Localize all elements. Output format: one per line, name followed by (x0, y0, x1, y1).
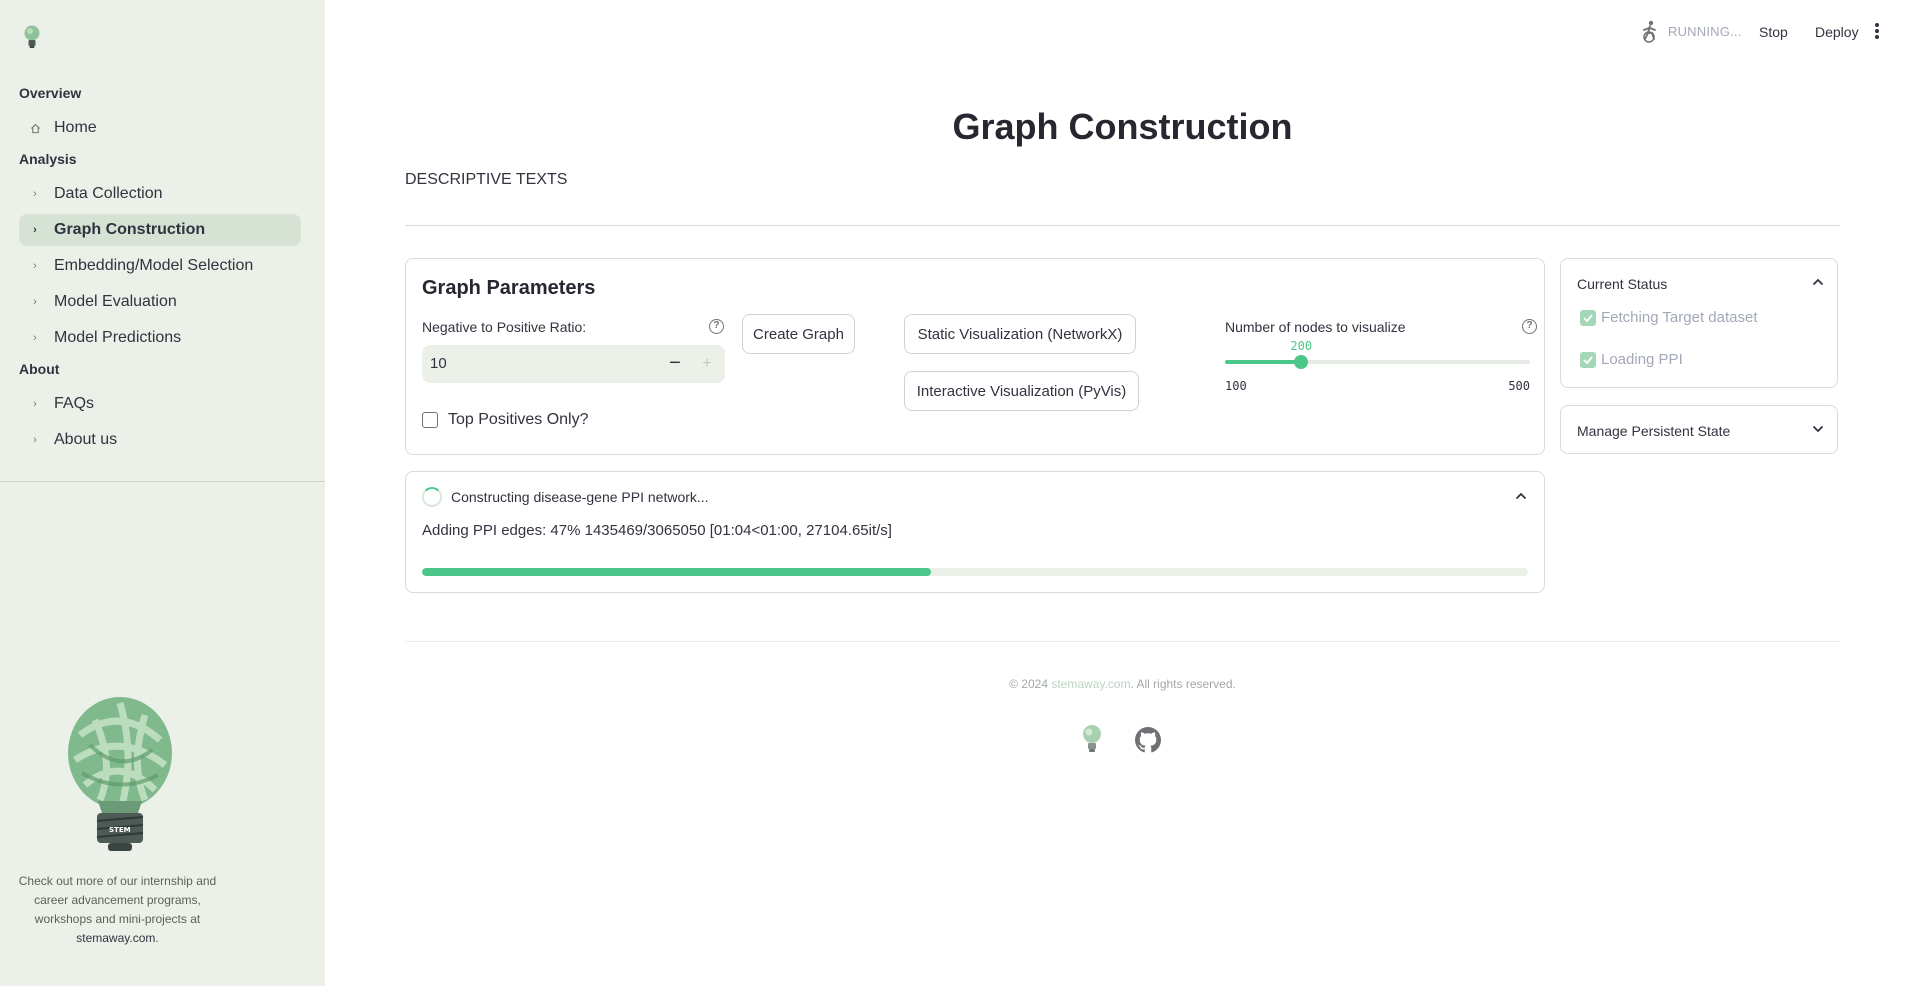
status-item-label: Loading PPI (1601, 351, 1683, 368)
create-graph-button[interactable]: Create Graph (742, 314, 855, 354)
graph-parameters-heading: Graph Parameters (422, 277, 596, 299)
slider-fill (1225, 360, 1302, 364)
slider-max-label: 500 (1508, 379, 1530, 393)
sidebar-item-about-us[interactable]: › About us (19, 424, 301, 456)
footer-divider (405, 641, 1840, 642)
divider (405, 225, 1840, 226)
sidebar-item-data-collection[interactable]: › Data Collection (19, 178, 301, 210)
main-menu-icon[interactable] (1874, 22, 1880, 42)
copyright-prefix: © 2024 (1009, 677, 1052, 691)
slider-value: 200 (1290, 339, 1313, 353)
static-visualization-button[interactable]: Static Visualization (NetworkX) (904, 314, 1136, 354)
decrement-button[interactable]: − (660, 349, 690, 379)
stop-button[interactable]: Stop (1759, 24, 1788, 40)
top-positives-label: Top Positives Only? (448, 411, 589, 428)
lightbulb-footer-icon[interactable] (1081, 724, 1103, 754)
help-icon[interactable]: ? (709, 319, 724, 334)
progress-bar-fill (422, 568, 931, 576)
checkbox-box[interactable] (422, 412, 438, 428)
current-status-panel: Current Status Fetching Target dataset L… (1560, 258, 1838, 388)
sidebar-item-label: Data Collection (54, 185, 163, 202)
chevron-up-icon[interactable] (1811, 275, 1825, 289)
copyright-suffix: . All rights reserved. (1130, 677, 1236, 691)
chevron-right-icon: › (33, 296, 37, 308)
sidebar-footer-text: Check out more of our internship and car… (10, 872, 225, 948)
sidebar-footer-message: Check out more of our internship and car… (18, 874, 217, 926)
sidebar-section-overview: Overview (19, 85, 82, 101)
sidebar-item-label: About us (54, 431, 118, 448)
sidebar-item-label: Home (54, 119, 97, 136)
ratio-label: Negative to Positive Ratio: (422, 319, 587, 335)
chevron-right-icon: › (33, 332, 37, 344)
home-icon (29, 123, 41, 134)
deploy-button[interactable]: Deploy (1815, 24, 1859, 40)
sidebar-item-model-evaluation[interactable]: › Model Evaluation (19, 286, 301, 318)
chevron-right-icon: › (33, 224, 37, 236)
nodes-slider[interactable]: 200 100 500 (1225, 317, 1530, 397)
chevron-up-icon[interactable] (1514, 489, 1528, 503)
graph-parameters-card: Graph Parameters Negative to Positive Ra… (405, 258, 1545, 455)
lightbulb-logo-icon[interactable] (22, 24, 42, 50)
manage-persistent-state-panel[interactable]: Manage Persistent State (1560, 405, 1838, 454)
slider-thumb[interactable] (1294, 355, 1309, 369)
sidebar-item-label: FAQs (54, 395, 95, 412)
page-description: DESCRIPTIVE TEXTS (405, 171, 568, 188)
sidebar-item-label: Embedding/Model Selection (54, 257, 254, 274)
chevron-right-icon: › (33, 260, 37, 272)
increment-button[interactable]: + (692, 349, 722, 379)
slider-track[interactable] (1225, 360, 1530, 364)
chevron-right-icon: › (33, 398, 37, 410)
sidebar-item-embedding-model-selection[interactable]: › Embedding/Model Selection (19, 250, 301, 282)
status-item-loading-ppi: Loading PPI (1580, 351, 1683, 368)
slider-min-label: 100 (1225, 379, 1247, 393)
checked-icon (1580, 309, 1596, 326)
sidebar-item-label: Model Predictions (54, 329, 182, 346)
sidebar-section-about: About (19, 361, 60, 377)
stem-logo-text: STEM (109, 826, 131, 834)
sidebar-section-analysis: Analysis (19, 151, 77, 167)
checked-icon (1580, 351, 1596, 368)
sidebar-item-label: Graph Construction (54, 221, 206, 238)
copyright-link[interactable]: stemaway.com (1051, 677, 1130, 691)
github-icon[interactable] (1135, 727, 1161, 753)
sidebar-footer-period: . (155, 931, 159, 945)
current-status-heading[interactable]: Current Status (1577, 276, 1667, 292)
running-status: RUNNING... (1668, 24, 1742, 39)
status-item-fetching: Fetching Target dataset (1580, 309, 1758, 326)
ratio-number-input[interactable]: 10 − + (422, 345, 725, 383)
chevron-right-icon: › (33, 434, 37, 446)
spinner-icon (422, 487, 442, 507)
manage-persistent-state-heading[interactable]: Manage Persistent State (1577, 423, 1730, 439)
sidebar-item-home[interactable]: Home (19, 112, 301, 144)
progress-text: Adding PPI edges: 47% 1435469/3065050 [0… (422, 522, 892, 539)
page-title: Graph Construction (952, 106, 1293, 147)
stemaway-link[interactable]: stemaway.com (76, 931, 155, 945)
stemaway-lightbulb-logo: STEM (68, 697, 172, 851)
sidebar-divider (0, 481, 325, 482)
sidebar-item-label: Model Evaluation (54, 293, 177, 310)
progress-bar (422, 568, 1528, 576)
sidebar-item-graph-construction[interactable]: › Graph Construction (19, 214, 301, 246)
interactive-visualization-button[interactable]: Interactive Visualization (PyVis) (904, 371, 1139, 411)
sidebar-item-model-predictions[interactable]: › Model Predictions (19, 322, 301, 354)
sidebar-nav: Overview Home Analysis › Data Collection… (19, 82, 301, 460)
ratio-input-value[interactable]: 10 (430, 355, 447, 372)
chevron-down-icon[interactable] (1811, 422, 1825, 436)
status-item-label: Fetching Target dataset (1601, 309, 1758, 326)
chevron-right-icon: › (33, 188, 37, 200)
copyright: © 2024 stemaway.com. All rights reserved… (405, 677, 1840, 691)
sidebar: Overview Home Analysis › Data Collection… (0, 0, 325, 986)
sidebar-item-faqs[interactable]: › FAQs (19, 388, 301, 420)
top-positives-checkbox[interactable]: Top Positives Only? (422, 411, 589, 429)
running-person-icon (1643, 20, 1656, 43)
progress-status-card: Constructing disease-gene PPI network...… (405, 471, 1545, 593)
progress-heading: Constructing disease-gene PPI network... (451, 489, 709, 505)
